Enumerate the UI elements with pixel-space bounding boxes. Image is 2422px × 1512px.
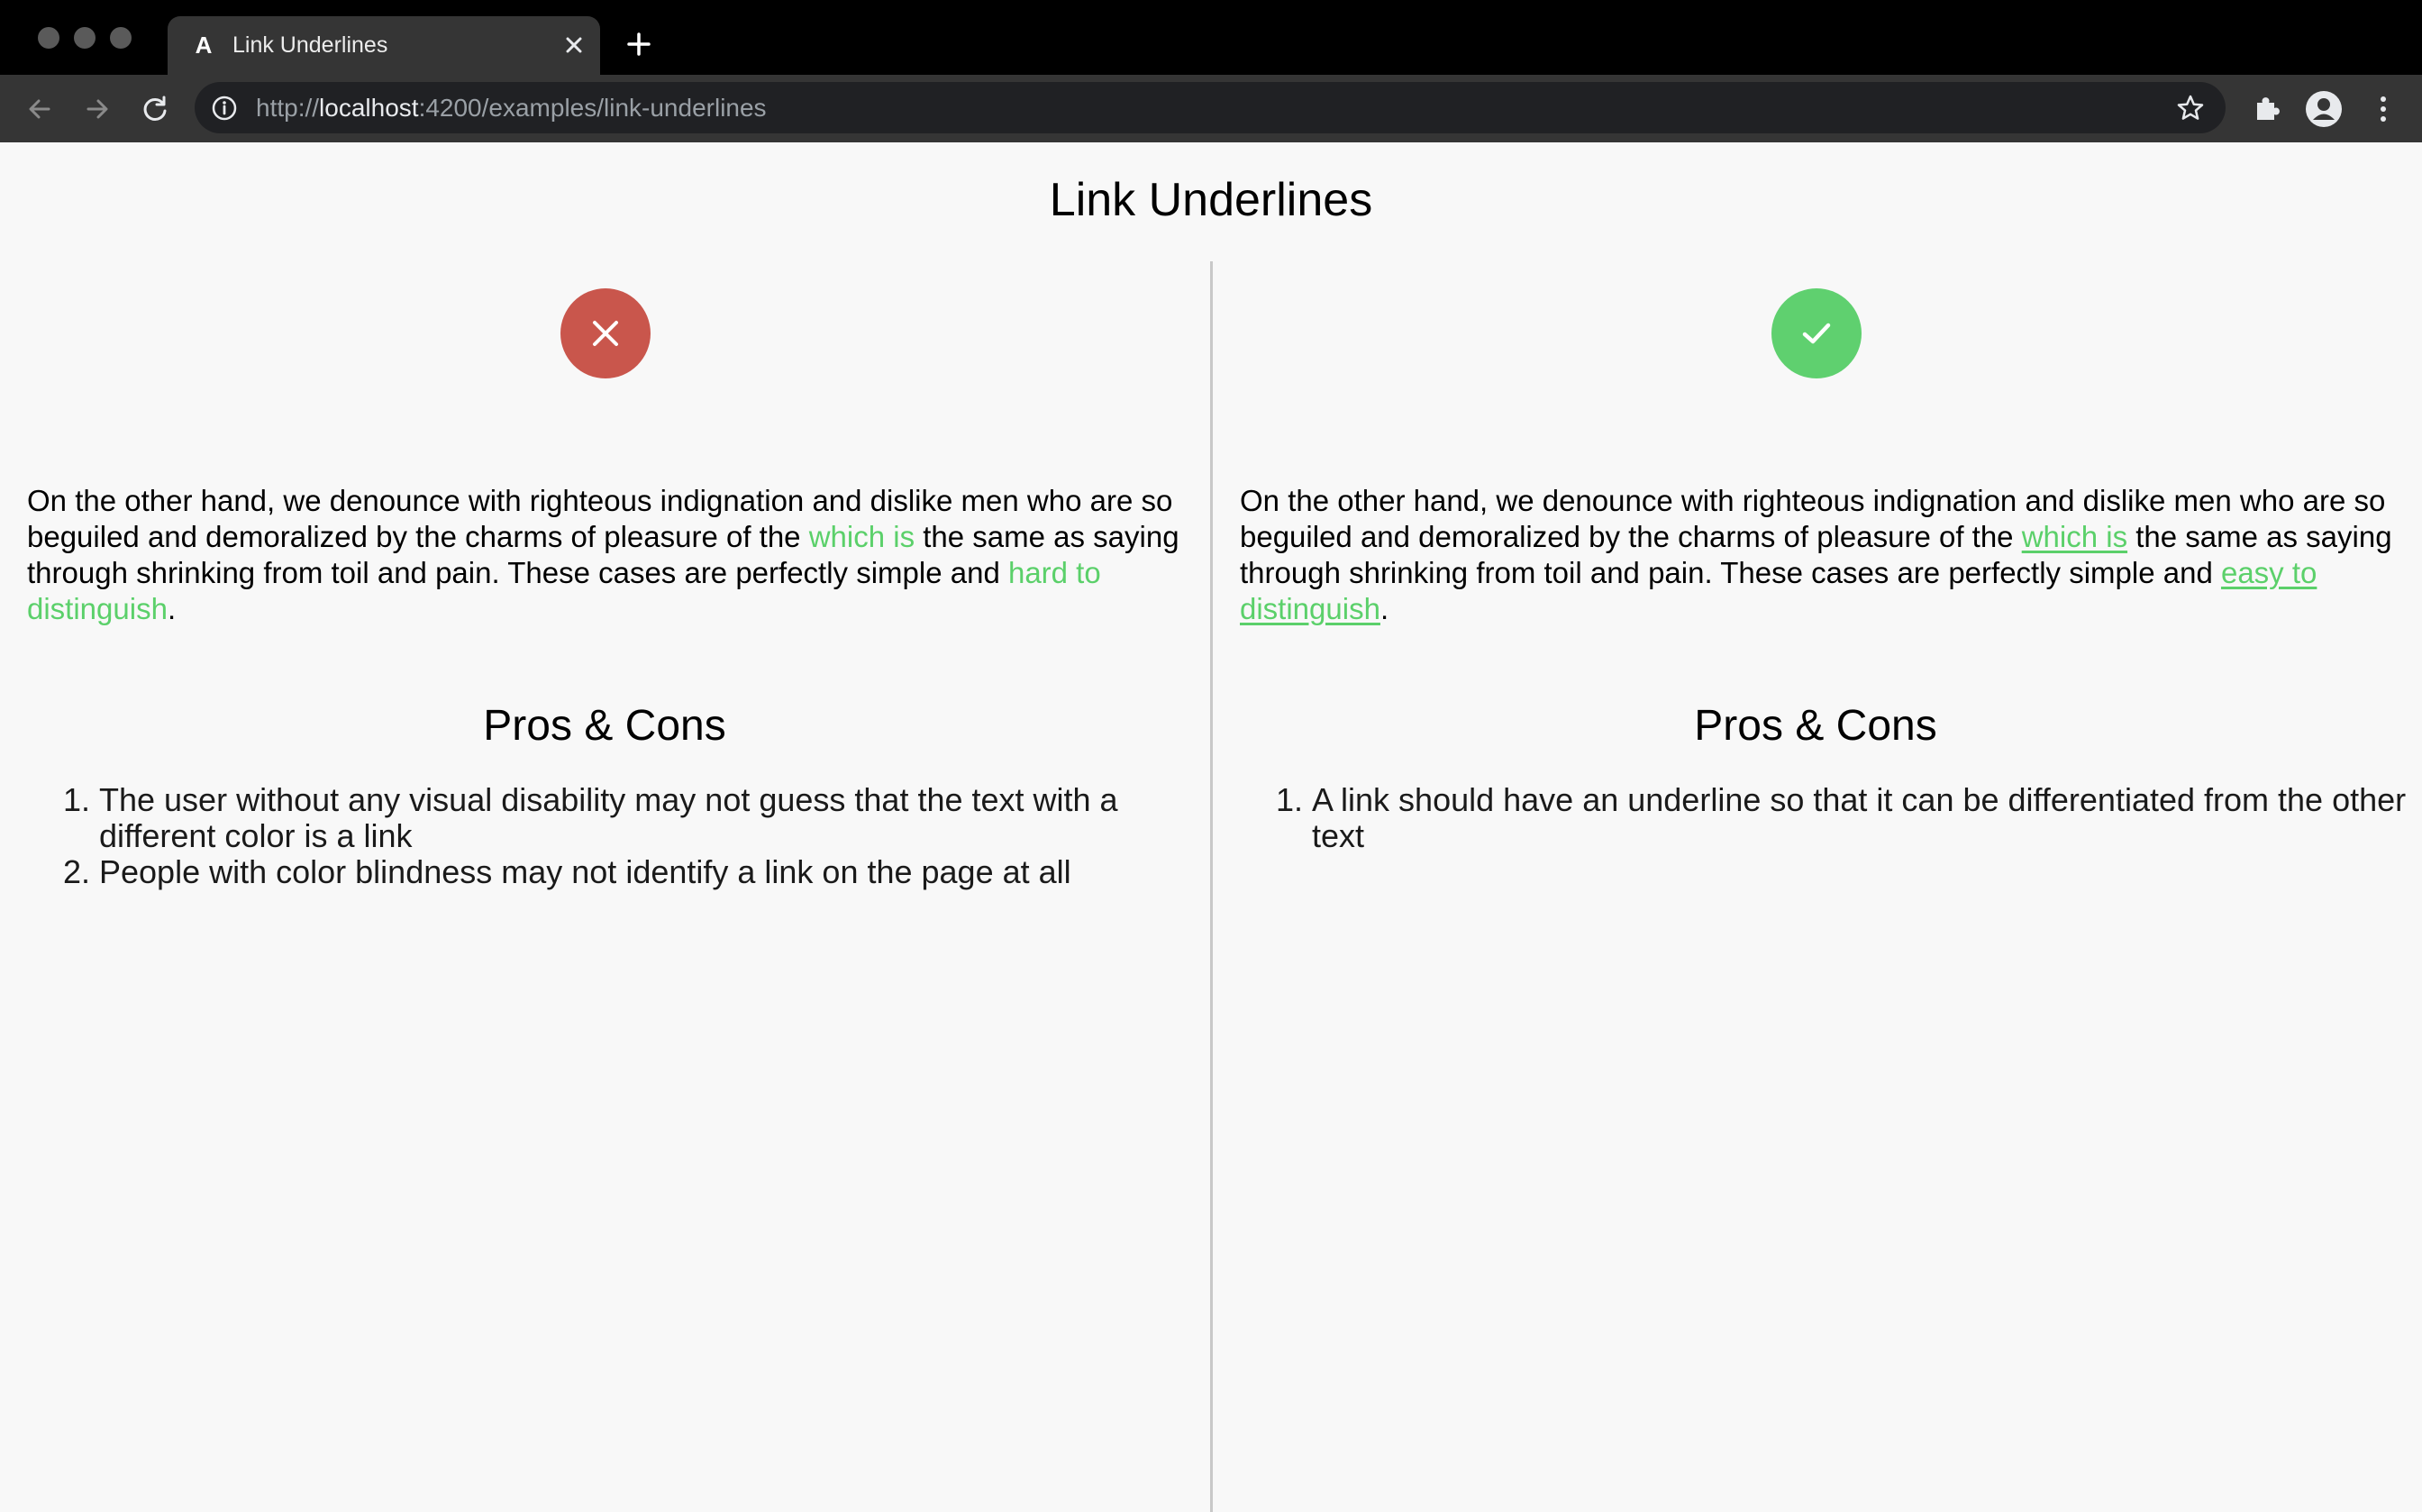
tab-title: Link Underlines <box>232 32 388 58</box>
which-is-link[interactable]: which is <box>2022 520 2127 553</box>
zoom-window-button[interactable] <box>110 27 132 49</box>
pros-cons-heading: Pros & Cons <box>483 702 726 750</box>
reload-icon[interactable] <box>137 91 173 127</box>
info-icon[interactable] <box>211 95 238 122</box>
close-window-button[interactable] <box>38 27 59 49</box>
url-path: :4200/examples/link-underlines <box>418 94 767 122</box>
minimize-window-button[interactable] <box>74 27 96 49</box>
column-divider <box>1210 261 1213 1512</box>
url-host: localhost <box>319 94 419 122</box>
profile-avatar-icon[interactable] <box>2305 90 2343 128</box>
bookmark-star-icon[interactable] <box>2175 93 2206 123</box>
forward-arrow-icon[interactable] <box>79 91 115 127</box>
tab-close-icon[interactable] <box>559 30 589 60</box>
pros-cons-heading: Pros & Cons <box>1694 702 1937 750</box>
back-arrow-icon[interactable] <box>22 91 58 127</box>
page-content: Link Underlines On the other hand, we de… <box>0 142 2422 1512</box>
bad-example-paragraph: On the other hand, we denounce with righ… <box>27 483 1207 627</box>
pros-cons-list: The user without any visual disability m… <box>27 782 1207 890</box>
url-text: http://localhost:4200/examples/link-unde… <box>256 94 767 123</box>
check-mark-icon <box>1802 323 1831 344</box>
paragraph-text: . <box>167 592 177 625</box>
list-item: The user without any visual disability m… <box>99 782 1207 854</box>
good-example-column: On the other hand, we denounce with righ… <box>1240 142 2420 1512</box>
tab-strip: A Link Underlines <box>0 0 2422 75</box>
paragraph-text: . <box>1379 592 1389 625</box>
url-scheme: http:// <box>256 94 320 122</box>
browser-chrome: A Link Underlines http://localhost:4200/… <box>0 0 2422 142</box>
bad-status-badge <box>560 288 651 378</box>
menu-kebab-icon[interactable] <box>2364 90 2402 128</box>
good-status-badge <box>1771 288 1862 378</box>
angular-favicon-icon: A <box>195 32 213 59</box>
bad-example-column: On the other hand, we denounce with righ… <box>27 142 1207 1512</box>
good-example-paragraph: On the other hand, we denounce with righ… <box>1240 483 2420 627</box>
list-item: People with color blindness may not iden… <box>99 854 1207 890</box>
address-bar[interactable]: http://localhost:4200/examples/link-unde… <box>195 82 2226 133</box>
list-item: A link should have an underline so that … <box>1312 782 2420 854</box>
browser-toolbar: http://localhost:4200/examples/link-unde… <box>0 75 2422 142</box>
which-is-link[interactable]: which is <box>809 520 915 553</box>
extensions-puzzle-icon[interactable] <box>2249 90 2287 128</box>
new-tab-plus-icon[interactable] <box>622 27 656 61</box>
x-mark-icon <box>593 321 618 346</box>
tab-link-underlines[interactable]: A Link Underlines <box>168 16 600 75</box>
pros-cons-list: A link should have an underline so that … <box>1240 782 2420 854</box>
